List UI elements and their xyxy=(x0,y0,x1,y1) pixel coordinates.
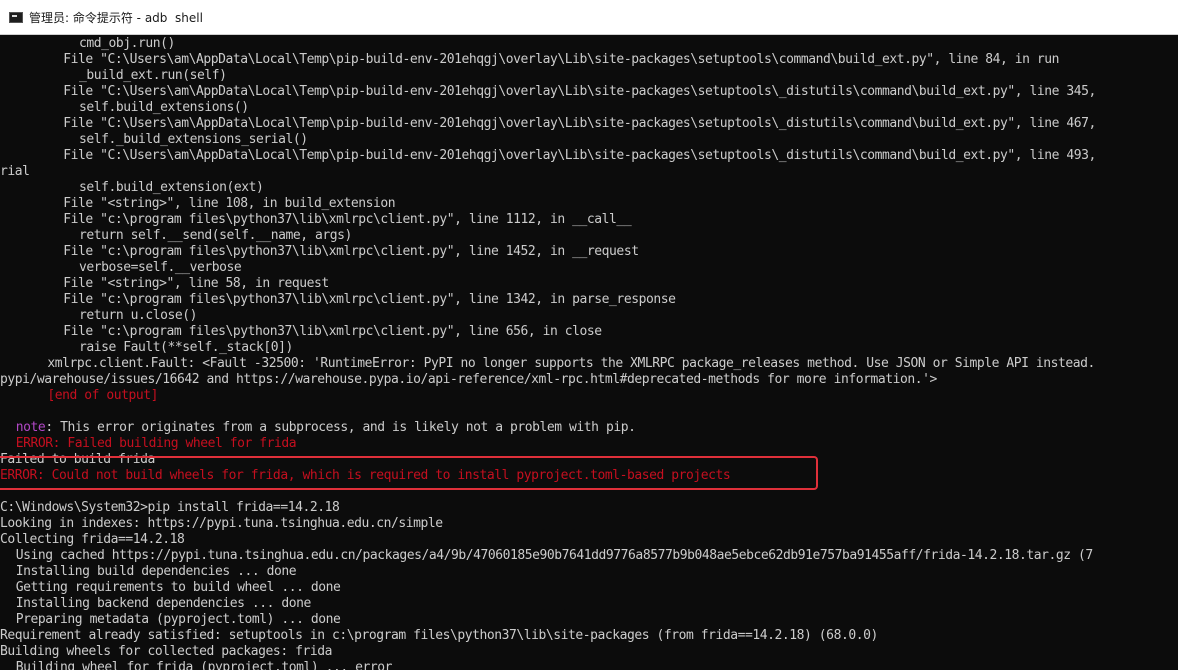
terminal-line: rial xyxy=(0,164,30,180)
terminal-line: Using cached https://pypi.tuna.tsinghua.… xyxy=(16,548,1093,564)
output-text: Failed to build frida xyxy=(0,452,155,467)
terminal-line: pypi/warehouse/issues/16642 and https://… xyxy=(0,372,937,388)
output-text: xmlrpc.client.Fault: <Fault -32500: 'Run… xyxy=(47,356,1095,371)
terminal-line: ERROR: Failed building wheel for frida xyxy=(15,436,297,452)
output-text: Requirement already satisfied: setuptool… xyxy=(0,628,878,643)
terminal-line: verbose=self.__verbose xyxy=(79,260,242,276)
output-text: Building wheels for collected packages: … xyxy=(0,644,332,659)
terminal-line: ERROR: Could not build wheels for frida,… xyxy=(0,468,731,484)
terminal-line: File "C:\Users\am\AppData\Local\Temp\pip… xyxy=(63,148,1096,164)
output-text: File "c:\program files\python37\lib\xmlr… xyxy=(63,244,639,259)
output-text: verbose=self.__verbose xyxy=(79,260,242,275)
terminal-line: File "C:\Users\am\AppData\Local\Temp\pip… xyxy=(63,52,1059,68)
output-text: File "C:\Users\am\AppData\Local\Temp\pip… xyxy=(63,116,1096,131)
terminal-line: Failed to build frida xyxy=(0,452,155,468)
output-text: C:\Windows\System32>pip install frida==1… xyxy=(0,500,340,515)
terminal-line: return self.__send(self.__name, args) xyxy=(79,228,352,244)
error-text: [end of output] xyxy=(47,388,159,403)
output-text: Using cached https://pypi.tuna.tsinghua.… xyxy=(15,548,1093,563)
terminal-line: Installing backend dependencies ... done xyxy=(15,596,312,612)
terminal-line: _build_ext.run(self) xyxy=(79,68,227,84)
terminal-line: self.build_extension(ext) xyxy=(79,180,264,196)
terminal-line: File "c:\program files\python37\lib\xmlr… xyxy=(63,244,639,260)
terminal-line: Installing build dependencies ... done xyxy=(15,564,297,580)
output-text: self.build_extension(ext) xyxy=(79,180,264,195)
output-text: : This error originates from a subproces… xyxy=(45,420,636,435)
terminal-line: Preparing metadata (pyproject.toml) ... … xyxy=(16,612,341,628)
output-text: return u.close() xyxy=(79,308,198,323)
terminal-line: File "c:\program files\python37\lib\xmlr… xyxy=(63,212,631,228)
terminal-line: self._build_extensions_serial() xyxy=(79,132,308,148)
terminal-line: File "<string>", line 58, in request xyxy=(63,276,329,292)
output-text: pypi/warehouse/issues/16642 and https://… xyxy=(0,372,937,387)
output-text: Collecting frida==14.2.18 xyxy=(0,532,185,547)
output-text: File "c:\program files\python37\lib\xmlr… xyxy=(63,292,676,307)
terminal-line: note: This error originates from a subpr… xyxy=(16,420,636,436)
terminal-line: raise Fault(**self._stack[0]) xyxy=(79,340,293,356)
terminal-line: self.build_extensions() xyxy=(79,100,249,116)
terminal-line: File "c:\program files\python37\lib\xmlr… xyxy=(63,292,676,308)
terminal-line: Collecting frida==14.2.18 xyxy=(0,532,185,548)
output-text: File "c:\program files\python37\lib\xmlr… xyxy=(63,212,632,227)
terminal-line: cmd_obj.run() xyxy=(79,36,175,52)
output-text: _build_ext.run(self) xyxy=(79,68,227,83)
terminal-line: C:\Windows\System32>pip install frida==1… xyxy=(0,500,340,516)
output-text: Installing build dependencies ... done xyxy=(15,564,297,579)
output-text: File "C:\Users\am\AppData\Local\Temp\pip… xyxy=(63,52,1060,67)
output-text: Installing backend dependencies ... done xyxy=(15,596,312,611)
output-text: return self.__send(self.__name, args) xyxy=(79,228,352,243)
output-text: Looking in indexes: https://pypi.tuna.ts… xyxy=(0,516,443,531)
output-text: File "c:\program files\python37\lib\xmlr… xyxy=(63,324,602,339)
error-text: ERROR: Could not build wheels for frida,… xyxy=(0,468,731,483)
output-text: File "<string>", line 108, in build_exte… xyxy=(63,196,396,211)
output-text: self.build_extensions() xyxy=(79,100,249,115)
window-title: 管理员: 命令提示符 - adb shell xyxy=(29,10,203,25)
terminal-line: Building wheels for collected packages: … xyxy=(0,644,332,660)
terminal-line: [end of output] xyxy=(47,388,158,404)
terminal-line: return u.close() xyxy=(79,308,197,324)
output-text: Preparing metadata (pyproject.toml) ... … xyxy=(15,612,341,627)
terminal-line: File "c:\program files\python37\lib\xmlr… xyxy=(63,324,602,340)
console-icon xyxy=(9,11,23,23)
terminal-line: File "C:\Users\am\AppData\Local\Temp\pip… xyxy=(63,116,1096,132)
terminal-line: Looking in indexes: https://pypi.tuna.ts… xyxy=(0,516,443,532)
terminal-line: xmlrpc.client.Fault: <Fault -32500: 'Run… xyxy=(47,356,1095,372)
output-text: File "C:\Users\am\AppData\Local\Temp\pip… xyxy=(63,148,1096,163)
title-bar[interactable]: 管理员: 命令提示符 - adb shell xyxy=(0,0,1178,35)
output-text: Building wheel for frida (pyproject.toml… xyxy=(15,660,393,670)
output-text: File "<string>", line 58, in request xyxy=(63,276,329,291)
terminal-output[interactable]: cmd_obj.run() File "C:\Users\am\AppData\L… xyxy=(0,34,1178,670)
terminal-line: Requirement already satisfied: setuptool… xyxy=(0,628,878,644)
output-text: self._build_extensions_serial() xyxy=(79,132,308,147)
note-label: note xyxy=(15,420,46,435)
output-text: rial xyxy=(0,164,30,179)
output-text: raise Fault(**self._stack[0]) xyxy=(79,340,293,355)
terminal-line: File "<string>", line 108, in build_exte… xyxy=(63,196,395,212)
error-text: ERROR: Failed building wheel for frida xyxy=(15,436,297,451)
output-text: File "C:\Users\am\AppData\Local\Temp\pip… xyxy=(63,84,1096,99)
output-text: Getting requirements to build wheel ... … xyxy=(15,580,341,595)
terminal-line: Getting requirements to build wheel ... … xyxy=(16,580,341,596)
output-text: cmd_obj.run() xyxy=(79,36,175,51)
terminal-line: File "C:\Users\am\AppData\Local\Temp\pip… xyxy=(63,84,1096,100)
terminal-line: Building wheel for frida (pyproject.toml… xyxy=(15,660,393,670)
